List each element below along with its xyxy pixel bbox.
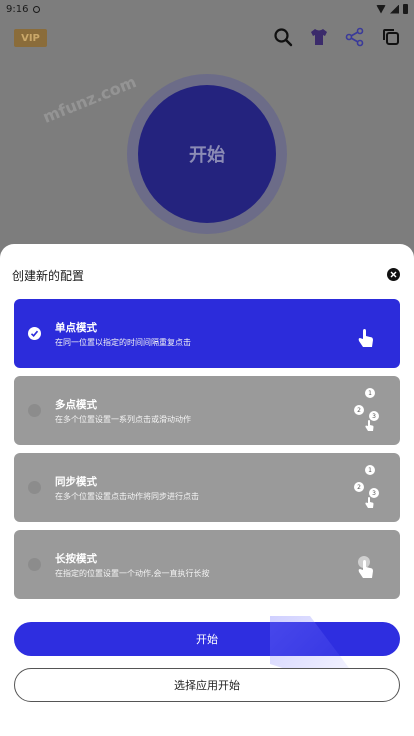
mode-desc: 在多个位置设置点击动作将同步进行点击 xyxy=(55,492,199,501)
mode-desc: 在多个位置设置一系列点击或滑动动作 xyxy=(55,415,191,424)
status-right xyxy=(376,4,408,14)
mode-card-sync[interactable]: 同步模式 在多个位置设置点击动作将同步进行点击 1 2 3 xyxy=(14,453,400,522)
mode-name: 长按模式 xyxy=(55,553,97,565)
notification-icon xyxy=(33,5,41,13)
close-icon xyxy=(390,271,397,278)
mode-desc: 在指定的位置设置一个动作,会一直执行长按 xyxy=(55,569,210,578)
start-button[interactable]: 开始 xyxy=(14,622,400,656)
mode-card-single[interactable]: 单点模式 在同一位置以指定的时间间隔重复点击 xyxy=(14,299,400,368)
shirt-icon[interactable] xyxy=(308,26,330,48)
radio-checked[interactable] xyxy=(28,327,41,340)
svg-text:3: 3 xyxy=(372,413,376,420)
choose-app-start-button[interactable]: 选择应用开始 xyxy=(14,668,400,702)
close-button[interactable] xyxy=(387,268,400,281)
create-config-sheet: 创建新的配置 单点模式 在同一位置以指定的时间间隔重复点击 多点模式 在多个位置… xyxy=(0,244,414,736)
svg-text:1: 1 xyxy=(368,467,372,474)
svg-text:2: 2 xyxy=(357,407,361,414)
radio-unchecked[interactable] xyxy=(28,558,41,571)
start-circle-button[interactable]: 开始 xyxy=(138,85,276,223)
mode-name: 同步模式 xyxy=(55,476,97,488)
mode-desc: 在同一位置以指定的时间间隔重复点击 xyxy=(55,338,191,347)
mode-name: 单点模式 xyxy=(55,322,97,334)
status-left: 9:16 xyxy=(6,3,41,15)
mode-name: 多点模式 xyxy=(55,399,97,411)
wifi-icon xyxy=(376,4,386,14)
status-time: 9:16 xyxy=(6,3,29,15)
sheet-title: 创建新的配置 xyxy=(12,269,85,283)
status-bar: 9:16 xyxy=(0,0,414,18)
svg-text:2: 2 xyxy=(357,484,361,491)
watermark: mfunz.com xyxy=(40,72,139,127)
toolbar xyxy=(272,26,402,48)
search-icon[interactable] xyxy=(272,26,294,48)
copy-icon[interactable] xyxy=(380,26,402,48)
svg-text:3: 3 xyxy=(372,490,376,497)
battery-icon xyxy=(403,4,408,14)
long-press-icon xyxy=(348,542,382,588)
radio-unchecked[interactable] xyxy=(28,404,41,417)
sync-tap-icon: 1 2 3 xyxy=(348,465,382,511)
svg-text:1: 1 xyxy=(368,390,372,397)
vip-button[interactable]: VIP xyxy=(14,29,47,47)
mode-card-long-press[interactable]: 长按模式 在指定的位置设置一个动作,会一直执行长按 xyxy=(14,530,400,599)
multi-tap-icon: 1 2 3 xyxy=(348,388,382,434)
share-icon[interactable] xyxy=(344,26,366,48)
radio-unchecked[interactable] xyxy=(28,481,41,494)
signal-icon xyxy=(390,4,399,14)
mode-card-multi[interactable]: 多点模式 在多个位置设置一系列点击或滑动动作 1 2 3 xyxy=(14,376,400,445)
single-tap-icon xyxy=(348,311,382,357)
check-icon xyxy=(30,330,39,337)
